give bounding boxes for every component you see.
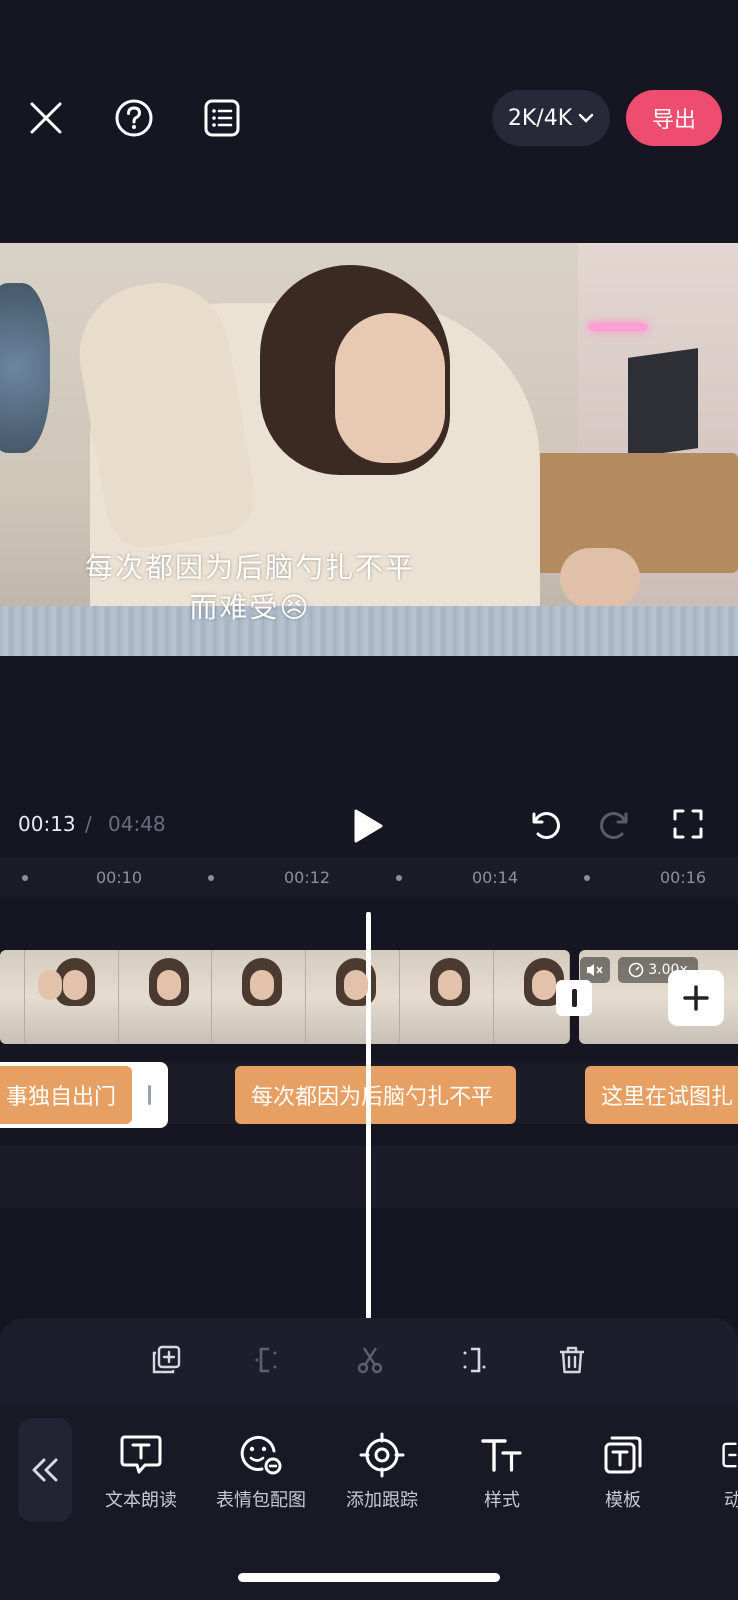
tick-dot bbox=[396, 875, 402, 881]
clip-frame bbox=[306, 950, 401, 1044]
lamp-light bbox=[588, 323, 648, 331]
animation-icon bbox=[688, 1428, 738, 1482]
caption-line-2: 而难受😣 bbox=[189, 591, 311, 624]
text-to-speech-icon bbox=[86, 1428, 196, 1482]
text-clip[interactable]: 这里在试图扎 bbox=[585, 1066, 738, 1124]
clip-frame bbox=[118, 950, 213, 1044]
tool-tracking[interactable]: 添加跟踪 bbox=[327, 1428, 437, 1528]
tick-dot bbox=[22, 875, 28, 881]
delete-icon[interactable] bbox=[548, 1336, 596, 1384]
trim-handle[interactable] bbox=[148, 1085, 151, 1105]
tool-label: 文本朗读 bbox=[105, 1490, 177, 1511]
chevron-down-icon bbox=[578, 113, 594, 123]
transition-button[interactable] bbox=[556, 980, 592, 1016]
tick-label: 00:10 bbox=[96, 868, 143, 887]
edit-tools bbox=[0, 1330, 738, 1390]
text-clip-label: 事独自出门 bbox=[5, 1085, 116, 1110]
text-clip[interactable]: 每次都因为后脑勺扎不平 bbox=[235, 1066, 516, 1124]
video-clip-main[interactable] bbox=[0, 950, 570, 1044]
add-clip-button[interactable] bbox=[668, 970, 724, 1026]
collapse-button[interactable] bbox=[18, 1418, 72, 1522]
tool-text-to-speech[interactable]: 文本朗读 bbox=[86, 1428, 196, 1528]
help-icon[interactable] bbox=[110, 94, 158, 142]
text-clip-label: 这里在试图扎 bbox=[601, 1085, 734, 1110]
redo-icon[interactable] bbox=[592, 800, 640, 848]
tool-label: 添加跟踪 bbox=[346, 1490, 418, 1511]
resolution-label: 2K/4K bbox=[507, 105, 573, 131]
tool-label: 模板 bbox=[605, 1490, 641, 1511]
caption-line-1: 每次都因为后脑勺扎不平 bbox=[84, 551, 415, 584]
total-time: 04:48 bbox=[108, 812, 166, 836]
person-face bbox=[335, 313, 445, 463]
tool-sticker[interactable]: 表情包配图 bbox=[206, 1428, 316, 1528]
tracking-icon bbox=[327, 1428, 437, 1482]
person-hand bbox=[560, 548, 640, 608]
tick-label: 00:14 bbox=[472, 868, 519, 887]
current-time: 00:13 bbox=[18, 812, 76, 836]
style-icon bbox=[447, 1428, 557, 1482]
copy-icon[interactable] bbox=[142, 1336, 190, 1384]
fullscreen-icon[interactable] bbox=[664, 800, 712, 848]
tool-style[interactable]: 样式 bbox=[447, 1428, 557, 1528]
text-clip-label: 每次都因为后脑勺扎不平 bbox=[251, 1085, 494, 1110]
playhead[interactable] bbox=[366, 912, 371, 1320]
text-clip[interactable]: 事独自出门 bbox=[0, 1066, 132, 1124]
home-indicator[interactable] bbox=[238, 1573, 500, 1582]
template-icon bbox=[568, 1428, 678, 1482]
tick-label: 00:12 bbox=[284, 868, 331, 887]
list-icon[interactable] bbox=[198, 94, 246, 142]
undo-icon[interactable] bbox=[520, 800, 568, 848]
play-icon[interactable] bbox=[344, 802, 392, 850]
tool-label: 样式 bbox=[484, 1490, 520, 1511]
close-icon[interactable] bbox=[22, 94, 70, 142]
double-chevron-left-icon bbox=[32, 1458, 58, 1482]
sticker-icon bbox=[206, 1428, 316, 1482]
speed-icon bbox=[628, 962, 644, 978]
plus-icon bbox=[683, 985, 709, 1011]
monitor bbox=[628, 348, 698, 458]
clip-frame bbox=[0, 950, 70, 1044]
tool-animation[interactable]: 动 bbox=[688, 1428, 738, 1528]
trim-right-icon[interactable] bbox=[448, 1336, 496, 1384]
clip-frame bbox=[400, 950, 494, 1044]
tool-label: 动 bbox=[724, 1490, 738, 1511]
clip-frame bbox=[24, 950, 119, 1044]
video-preview[interactable]: 每次都因为后脑勺扎不平 而难受😣 bbox=[0, 243, 738, 656]
tool-label: 表情包配图 bbox=[216, 1490, 306, 1511]
export-label: 导出 bbox=[651, 108, 696, 133]
clip-frame bbox=[212, 950, 307, 1044]
tick-dot bbox=[584, 875, 590, 881]
blue-plush bbox=[0, 283, 50, 453]
tool-template[interactable]: 模板 bbox=[568, 1428, 678, 1528]
resolution-dropdown[interactable]: 2K/4K bbox=[492, 90, 610, 146]
video-caption[interactable]: 每次都因为后脑勺扎不平 而难受😣 bbox=[0, 548, 500, 628]
tick-label: 00:16 bbox=[660, 868, 707, 887]
tick-dot bbox=[208, 875, 214, 881]
split-icon[interactable] bbox=[346, 1336, 394, 1384]
transition-icon bbox=[571, 989, 577, 1007]
time-separator: / bbox=[85, 812, 92, 836]
trim-left-icon[interactable] bbox=[244, 1336, 292, 1384]
timeline-ruler[interactable]: 00:10 00:12 00:14 00:16 bbox=[0, 858, 738, 898]
export-button[interactable]: 导出 bbox=[626, 90, 722, 146]
